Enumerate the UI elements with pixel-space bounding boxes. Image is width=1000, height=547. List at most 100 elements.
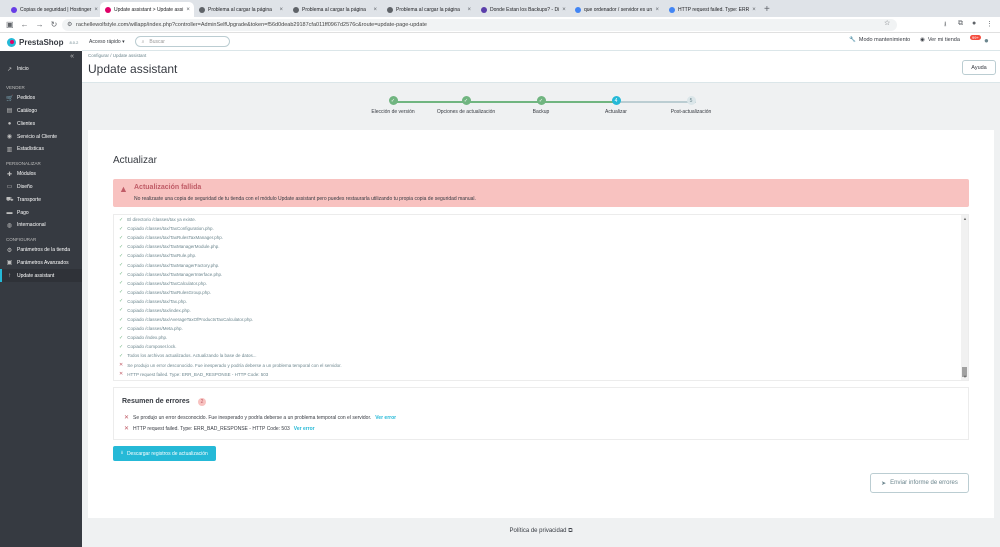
error-x-icon: ✕ (124, 415, 130, 421)
download-icon[interactable]: ⭳ (944, 20, 946, 31)
truck-icon: ⛟ (6, 196, 14, 203)
close-tab-icon[interactable]: × (655, 7, 659, 13)
sidebar-toggle-icon[interactable]: ▣ (6, 20, 14, 29)
reload-icon[interactable]: ↻ (51, 20, 58, 29)
tab-favicon-icon (199, 6, 205, 13)
log-line: ✓ Copiado /classes/tax/TaxRule.php. (114, 251, 968, 260)
prestashop-logo[interactable]: PrestaShop 8.0.2 (0, 33, 82, 51)
address-bar[interactable]: ⚙ rachellewolfstyle.com/willapp/index.ph… (62, 19, 897, 31)
browser-tab[interactable]: HTTP request failed. Type: ERR × (664, 2, 758, 17)
logo-text: PrestaShop (19, 37, 64, 47)
forward-icon[interactable]: → (36, 20, 44, 29)
error-x-icon: ✕ (124, 426, 130, 432)
log-text: Copiado /classes/tax/TaxRulesTaxManager.… (127, 235, 224, 241)
log-scrollbar[interactable]: ▲ ▼ (961, 215, 968, 380)
sidebar-item-update-assistant[interactable]: ↑ Update assistant (0, 269, 82, 283)
close-tab-icon[interactable]: × (752, 7, 756, 13)
view-error-link[interactable]: Ver error (375, 415, 396, 421)
sidebar-item-inicio[interactable]: ↗ Inicio (0, 63, 82, 76)
site-info-icon[interactable]: ⚙ (67, 21, 72, 28)
eye-icon: ◉ (920, 37, 925, 43)
sidebar-item-clientes[interactable]: ● Clientes (0, 117, 82, 130)
privacy-policy-link[interactable]: Política de privacidad ⧉ (82, 528, 1000, 535)
tab-favicon-icon (11, 6, 17, 13)
log-line: ✕ HTTP request failed. Type: ERR_BAD_RESP… (114, 370, 968, 379)
sidebar-item-label: Pedidos (17, 95, 36, 102)
settings-icon: ⚙ (6, 247, 13, 254)
tab-title: Problema al cargar la página (302, 6, 366, 13)
sidebar-item-servicio-al-cliente[interactable]: ◉ Servicio al Cliente (0, 130, 82, 143)
extensions-icon[interactable]: ⧉ (958, 20, 963, 28)
check-icon: ✓ (119, 234, 124, 241)
browser-tab[interactable]: Update assistant > Update assi × (100, 2, 194, 17)
browser-menu-icon[interactable]: ⋮ (986, 20, 993, 28)
close-tab-icon[interactable]: × (279, 7, 283, 13)
step-label: Post-actualización (670, 109, 712, 115)
sidebar-item-par-metros-de-la-tienda[interactable]: ⚙ Parámetros de la tienda (0, 244, 82, 257)
new-tab-icon[interactable]: + (758, 2, 776, 17)
close-tab-icon[interactable]: × (186, 7, 190, 13)
sidebar-item-par-metros-avanzados[interactable]: ▣ Parámetros Avanzados (0, 257, 82, 270)
sidebar-item-label: Estadísticas (17, 146, 44, 153)
error-text: Se produjo un error desconocido. Fue ine… (133, 414, 372, 421)
download-icon: ⭳ (121, 449, 123, 456)
back-icon[interactable]: ← (21, 20, 29, 29)
check-icon: ✓ (119, 262, 124, 269)
tab-favicon-icon (481, 6, 487, 13)
maintenance-mode-link[interactable]: 🔧 Modo mantenimiento (849, 37, 910, 43)
sidebar-item-label: Catálogo (17, 107, 38, 114)
alert-title: Actualización fallida (134, 184, 202, 191)
scroll-up-icon[interactable]: ▲ (963, 216, 967, 221)
help-button[interactable]: Ayuda (962, 60, 996, 75)
view-store-link[interactable]: ◉ Ver mi tienda (920, 37, 960, 43)
browser-tab[interactable]: Copias de seguridad | Hostinger × (6, 2, 100, 17)
close-tab-icon[interactable]: × (562, 7, 566, 13)
search-input[interactable]: ⌕ Buscar (134, 36, 230, 47)
tab-favicon-icon (669, 6, 675, 13)
sidebar-item-pedidos[interactable]: 🛒 Pedidos (0, 92, 82, 105)
close-tab-icon[interactable]: × (373, 7, 377, 13)
admin-topbar: Acceso rápido ▾ ⌕ Buscar 🔧 Modo mantenim… (82, 33, 1000, 51)
collapse-sidebar-icon[interactable]: « (0, 51, 82, 61)
bookmark-star-icon[interactable]: ☆ (884, 19, 890, 27)
sidebar-item-pago[interactable]: ▬ Pago (0, 206, 82, 219)
breadcrumb[interactable]: Configurar / Update assistant (88, 53, 146, 58)
browser-tab[interactable]: Donde Estan los Backups? - Di × (476, 2, 570, 17)
close-tab-icon[interactable]: × (467, 7, 471, 13)
page-header: Configurar / Update assistant Update ass… (82, 51, 1000, 83)
error-count-badge: 2 (198, 398, 206, 406)
browser-tab[interactable]: Problema al cargar la página × (194, 2, 288, 17)
view-error-link[interactable]: Ver error (294, 426, 315, 432)
quick-access-dropdown[interactable]: Acceso rápido ▾ (89, 39, 125, 45)
sidebar-section-title: CONFIGURAR (6, 236, 37, 242)
sidebar-item-internacional[interactable]: ◍ Internacional (0, 219, 82, 232)
log-text: Copiado /classes/tax/TaxRule.php. (127, 253, 197, 259)
sidebar-item-cat-logo[interactable]: ▤ Catálogo (0, 105, 82, 118)
sidebar-item-transporte[interactable]: ⛟ Transporte (0, 193, 82, 206)
puzzle-icon: ✚ (6, 171, 13, 178)
section-title: Actualizar (113, 155, 157, 166)
notifications-icon[interactable]: ● (984, 36, 989, 45)
browser-tab[interactable]: Problema al cargar la página × (382, 2, 476, 17)
sidebar-item-dise-o[interactable]: ▭ Diseño (0, 181, 82, 194)
sidebar-item-estad-sticas[interactable]: ▥ Estadísticas (0, 143, 82, 156)
send-error-report-button[interactable]: ➤ Enviar informe de errores (870, 473, 969, 493)
profile-icon[interactable]: ● (972, 20, 976, 27)
close-tab-icon[interactable]: × (94, 7, 98, 13)
update-log[interactable]: ✓ El directorio /classes/tax ya existe. ✓ C… (113, 214, 969, 381)
step-5: 5 Post-actualización (646, 96, 736, 115)
admin-sidebar: PrestaShop 8.0.2 « ↗ Inicio VENDER 🛒 Pedid… (0, 33, 82, 547)
send-icon: ➤ (881, 480, 887, 487)
scroll-down-icon[interactable]: ▼ (963, 374, 967, 379)
download-logs-button[interactable]: ⭳ Descargar registros de actualización (113, 446, 216, 461)
sidebar-item-label: Pago (17, 209, 29, 216)
browser-tab[interactable]: que ordenador / servidor es un × (570, 2, 664, 17)
cart-icon: 🛒 (6, 95, 14, 102)
sidebar-item-label: Inicio (17, 66, 29, 73)
search-icon: ⌕ (141, 38, 145, 45)
error-x-icon: ✕ (119, 371, 124, 378)
sidebar-section-title: PERSONALIZAR (6, 160, 41, 166)
sidebar-item-m-dulos[interactable]: ✚ Módulos (0, 168, 82, 181)
error-summary: Resumen de errores 2 ✕ Se produjo un erro… (113, 387, 969, 440)
browser-tab[interactable]: Problema al cargar la página × (288, 2, 382, 17)
